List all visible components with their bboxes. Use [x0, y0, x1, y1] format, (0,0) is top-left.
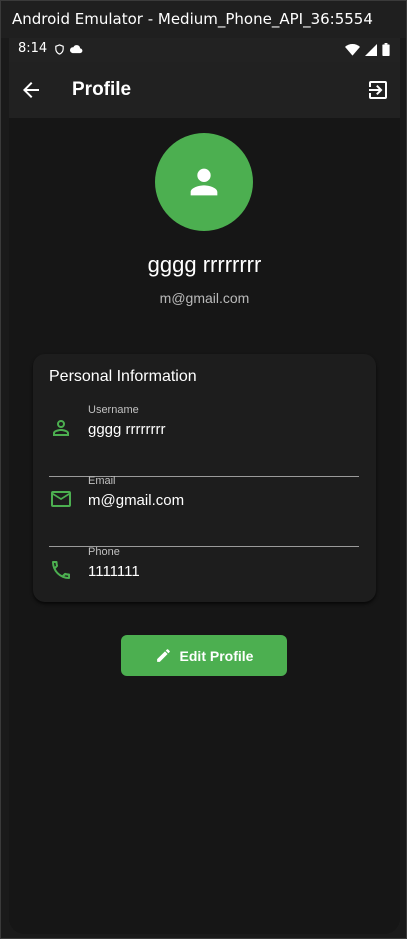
info-value: gggg rrrrrrrr [88, 421, 166, 438]
window-titlebar: Android Emulator - Medium_Phone_API_36:5… [1, 1, 406, 38]
back-button[interactable] [19, 78, 43, 102]
app-bar: Profile [9, 62, 400, 118]
edit-pencil-icon [156, 649, 170, 662]
person-outline-icon [53, 420, 69, 436]
profile-content: gggg rrrrrrrr m@gmail.com Personal Infor… [9, 118, 400, 934]
logout-button[interactable] [366, 78, 390, 102]
logout-icon [369, 81, 387, 99]
info-label: Username [88, 404, 139, 416]
info-row-username: Username gggg rrrrrrrr [49, 404, 359, 464]
info-value: 1111111 [88, 563, 140, 580]
card-title: Personal Information [49, 368, 197, 385]
edit-profile-button[interactable]: Edit Profile [121, 635, 287, 676]
info-row-phone: Phone 1111111 [49, 546, 359, 606]
info-value: m@gmail.com [88, 492, 185, 509]
signal-icon [365, 43, 377, 56]
shield-icon [55, 44, 64, 55]
phone-screen: 8:14 Profile gggg rrrrrrrr m@gmail.com P… [9, 38, 400, 934]
info-row-email: Email m@gmail.com [49, 475, 359, 535]
emulator-window: Android Emulator - Medium_Phone_API_36:5… [0, 0, 407, 939]
status-bar: 8:14 [9, 38, 400, 62]
edit-profile-label: Edit Profile [179, 647, 254, 664]
mail-icon [51, 491, 71, 507]
window-title: Android Emulator - Medium_Phone_API_36:5… [12, 10, 373, 28]
info-label: Email [88, 475, 116, 487]
phone-icon [52, 561, 70, 579]
person-icon [190, 168, 218, 196]
profile-name: gggg rrrrrrrr [147, 252, 262, 277]
cloud-icon [69, 45, 83, 54]
profile-email: m@gmail.com [159, 290, 250, 306]
info-label: Phone [88, 546, 120, 558]
status-time: 8:14 [18, 41, 48, 56]
personal-info-card: Personal Information Username gggg rrrrr… [33, 354, 376, 602]
arrow-back-icon [23, 82, 39, 98]
wifi-icon [345, 43, 360, 56]
page-title: Profile [72, 79, 132, 100]
battery-icon [382, 43, 390, 56]
avatar [155, 133, 253, 231]
